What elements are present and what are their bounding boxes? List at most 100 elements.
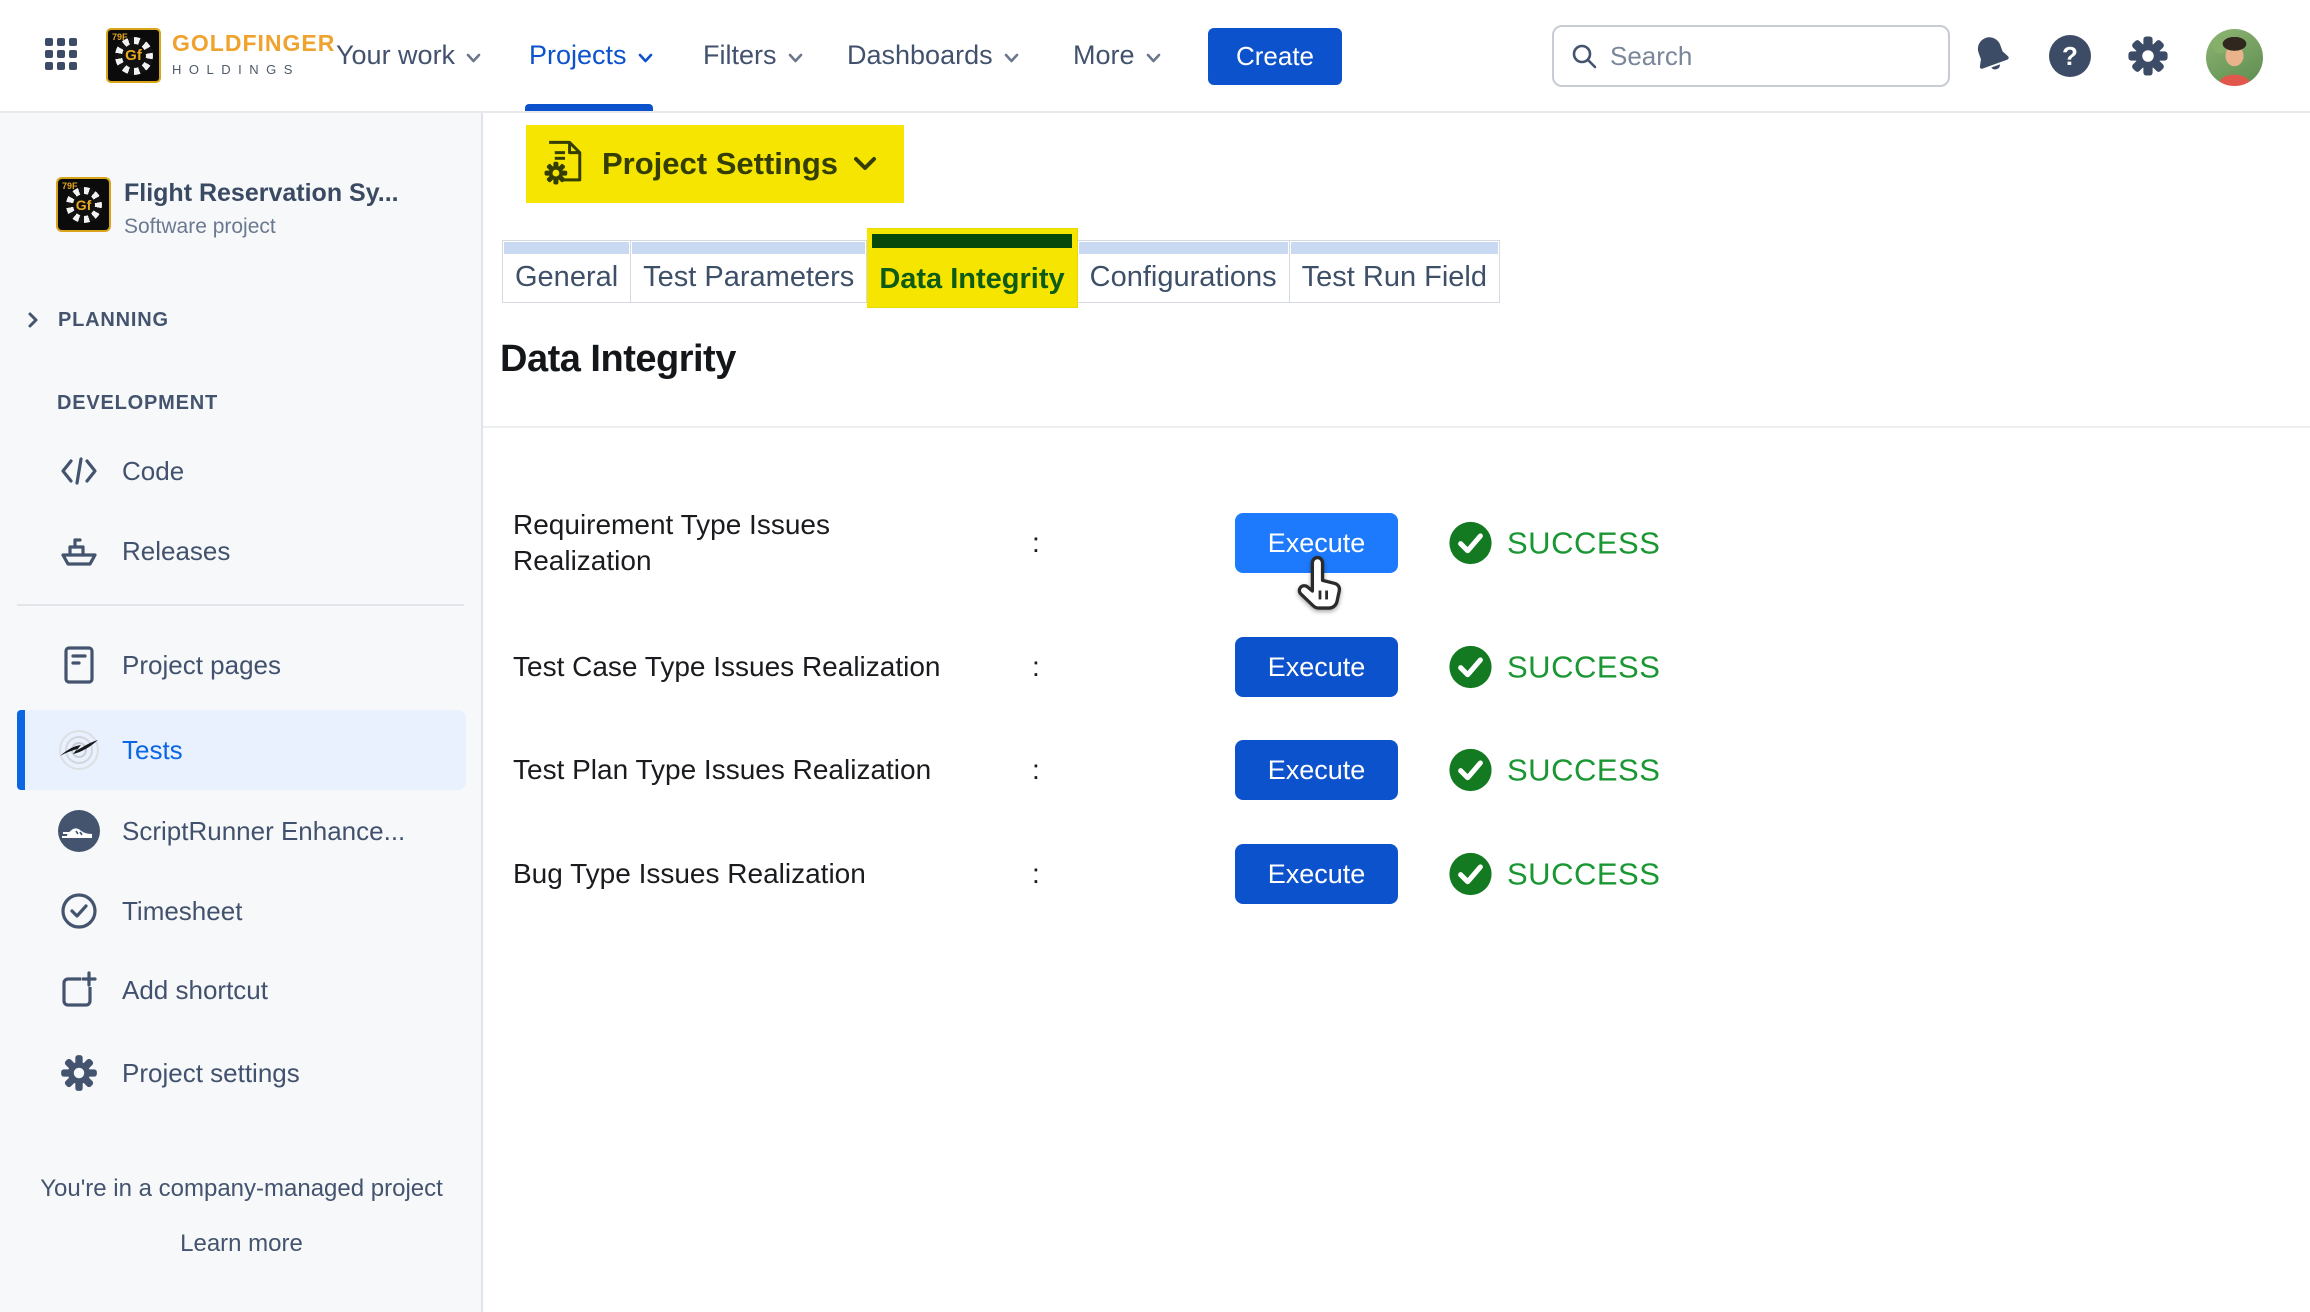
notifications-button[interactable] bbox=[1966, 30, 2018, 82]
integrity-row-requirement: Requirement Type Issues Realization : Ex… bbox=[483, 513, 2310, 573]
bell-icon bbox=[1963, 27, 2022, 86]
logo-emblem-icon: Gf bbox=[115, 37, 153, 75]
row-separator: : bbox=[1032, 651, 1040, 683]
search-box[interactable] bbox=[1552, 25, 1950, 87]
row-status: SUCCESS bbox=[1448, 852, 1660, 897]
selected-indicator bbox=[17, 710, 25, 790]
row-separator: : bbox=[1032, 527, 1040, 559]
settings-tabs: General Test Parameters Data Integrity C… bbox=[502, 240, 1500, 308]
sidebar-item-code[interactable]: Code bbox=[0, 431, 483, 511]
section-development: DEVELOPMENT bbox=[57, 381, 218, 425]
integrity-row-test-case: Test Case Type Issues Realization : Exec… bbox=[483, 637, 2310, 697]
tab-test-run-field[interactable]: Test Run Field bbox=[1290, 240, 1500, 303]
nav-more[interactable]: More bbox=[1073, 0, 1162, 111]
settings-button[interactable] bbox=[2122, 30, 2174, 82]
row-status: SUCCESS bbox=[1448, 521, 1660, 566]
help-button[interactable]: ? bbox=[2044, 30, 2096, 82]
nav-filters[interactable]: Filters bbox=[703, 0, 804, 111]
sidebar-item-add-shortcut[interactable]: Add shortcut bbox=[0, 950, 483, 1030]
nav-your-work[interactable]: Your work bbox=[336, 0, 482, 111]
document-gear-icon bbox=[542, 139, 588, 189]
status-text: SUCCESS bbox=[1507, 856, 1660, 892]
row-label: Test Case Type Issues Realization bbox=[513, 649, 940, 685]
main-content: Project Settings General Test Parameters… bbox=[483, 113, 2310, 1312]
success-check-icon bbox=[1448, 748, 1493, 793]
integrity-row-bug: Bug Type Issues Realization : Execute SU… bbox=[483, 844, 2310, 904]
check-circle-icon bbox=[57, 889, 101, 933]
brand-name: GOLDFINGER bbox=[172, 30, 335, 57]
success-check-icon bbox=[1448, 852, 1493, 897]
user-avatar[interactable] bbox=[2206, 29, 2263, 86]
scriptrunner-sneaker-icon bbox=[57, 809, 101, 853]
nav-projects[interactable]: Projects bbox=[529, 0, 654, 111]
hand-cursor-icon bbox=[1289, 555, 1351, 621]
project-avatar: 79F Gf bbox=[56, 177, 111, 232]
sidebar-item-scriptrunner[interactable]: ScriptRunner Enhance... bbox=[0, 791, 483, 871]
gear-icon bbox=[57, 1051, 101, 1095]
grid-icon bbox=[45, 38, 77, 70]
sidebar-item-releases[interactable]: Releases bbox=[0, 511, 483, 591]
row-label: Bug Type Issues Realization bbox=[513, 856, 866, 892]
chevron-down-icon bbox=[1145, 51, 1162, 65]
row-separator: : bbox=[1032, 754, 1040, 786]
sidebar-divider bbox=[17, 604, 464, 606]
page-title: Data Integrity bbox=[500, 338, 736, 381]
nav-dashboards[interactable]: Dashboards bbox=[847, 0, 1020, 111]
chevron-down-icon bbox=[787, 51, 804, 65]
project-type: Software project bbox=[124, 215, 276, 239]
project-settings-dropdown[interactable]: Project Settings bbox=[526, 125, 904, 203]
sidebar: 79F Gf Flight Reservation Sy... Software… bbox=[0, 113, 483, 1312]
execute-button[interactable]: Execute bbox=[1235, 844, 1398, 904]
square-plus-icon bbox=[57, 968, 101, 1012]
row-label: Requirement Type Issues Realization bbox=[513, 507, 913, 579]
success-check-icon bbox=[1448, 645, 1493, 690]
project-logo-emblem-icon: Gf bbox=[66, 187, 102, 223]
section-planning[interactable]: PLANNING bbox=[24, 298, 169, 342]
company-managed-note: You're in a company-managed project bbox=[0, 1175, 483, 1203]
status-text: SUCCESS bbox=[1507, 525, 1660, 561]
row-status: SUCCESS bbox=[1448, 748, 1660, 793]
tab-data-integrity[interactable]: Data Integrity bbox=[867, 228, 1077, 308]
page-icon bbox=[57, 643, 101, 687]
execute-button[interactable]: Execute bbox=[1235, 740, 1398, 800]
logo-monogram: Gf bbox=[125, 47, 142, 64]
learn-more-link[interactable]: Learn more bbox=[0, 1230, 483, 1258]
row-separator: : bbox=[1032, 858, 1040, 890]
ship-icon bbox=[57, 529, 101, 573]
company-logo[interactable]: 79F Gf bbox=[106, 28, 161, 83]
code-icon bbox=[57, 449, 101, 493]
gear-icon bbox=[2125, 33, 2171, 79]
integrity-row-test-plan: Test Plan Type Issues Realization : Exec… bbox=[483, 740, 2310, 800]
top-navigation: 79F Gf GOLDFINGER HOLDINGS Your work Pro… bbox=[0, 0, 2310, 113]
create-button[interactable]: Create bbox=[1208, 28, 1342, 85]
search-icon bbox=[1570, 42, 1598, 70]
content-divider bbox=[483, 426, 2310, 428]
success-check-icon bbox=[1448, 521, 1493, 566]
app-switcher-icon[interactable] bbox=[44, 38, 78, 72]
sidebar-item-project-settings[interactable]: Project settings bbox=[0, 1033, 483, 1113]
chevron-right-icon bbox=[24, 311, 42, 329]
execute-button[interactable]: Execute bbox=[1235, 637, 1398, 697]
active-nav-underline bbox=[525, 104, 653, 111]
sidebar-item-project-pages[interactable]: Project pages bbox=[0, 625, 483, 705]
chevron-down-icon bbox=[1003, 51, 1020, 65]
tab-configurations[interactable]: Configurations bbox=[1078, 240, 1290, 303]
help-icon: ? bbox=[2049, 35, 2091, 77]
search-input[interactable] bbox=[1610, 41, 1910, 72]
tests-zephyr-icon bbox=[57, 728, 101, 772]
sidebar-item-timesheet[interactable]: Timesheet bbox=[0, 871, 483, 951]
chevron-down-icon bbox=[637, 51, 654, 65]
chevron-down-icon bbox=[465, 51, 482, 65]
row-label: Test Plan Type Issues Realization bbox=[513, 752, 931, 788]
status-text: SUCCESS bbox=[1507, 752, 1660, 788]
brand-block: GOLDFINGER HOLDINGS bbox=[172, 30, 335, 77]
project-settings-label: Project Settings bbox=[602, 146, 838, 182]
brand-subtitle: HOLDINGS bbox=[172, 62, 335, 77]
chevron-down-icon bbox=[852, 155, 878, 173]
project-name: Flight Reservation Sy... bbox=[124, 179, 399, 208]
sidebar-item-tests[interactable]: Tests bbox=[17, 710, 466, 790]
row-status: SUCCESS bbox=[1448, 645, 1660, 690]
tab-test-parameters[interactable]: Test Parameters bbox=[631, 240, 867, 303]
status-text: SUCCESS bbox=[1507, 649, 1660, 685]
tab-general[interactable]: General bbox=[502, 240, 631, 303]
